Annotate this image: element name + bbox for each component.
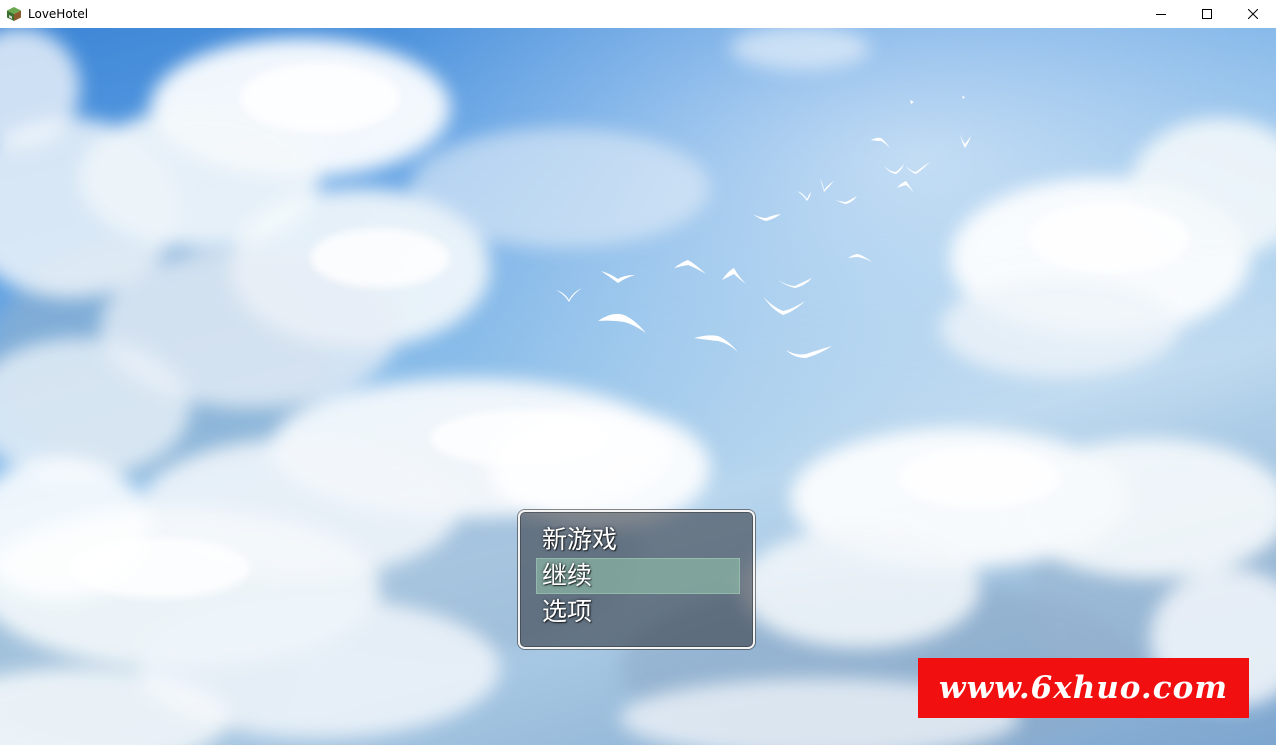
- watermark-banner: www.6xhuo.com: [918, 658, 1249, 718]
- title-command-menu: 新游戏 继续 选项: [518, 510, 755, 649]
- watermark-text: www.6xhuo.com: [938, 670, 1229, 706]
- game-app-icon: [6, 6, 22, 22]
- game-canvas[interactable]: 新游戏 继续 选项 www.6xhuo.com: [0, 28, 1276, 745]
- window-controls: [1138, 0, 1276, 28]
- window-title: LoveHotel: [28, 7, 89, 21]
- game-window: LoveHotel 新游戏 继续 选项 www.6xhuo.com: [0, 0, 1276, 745]
- menu-item-options[interactable]: 选项: [536, 594, 740, 630]
- menu-item-continue[interactable]: 继续: [536, 558, 740, 594]
- maximize-icon: [1202, 9, 1212, 19]
- close-button[interactable]: [1230, 0, 1276, 28]
- minimize-button[interactable]: [1138, 0, 1184, 28]
- maximize-button[interactable]: [1184, 0, 1230, 28]
- window-titlebar[interactable]: LoveHotel: [0, 0, 1276, 28]
- minimize-icon: [1156, 9, 1166, 19]
- menu-item-new-game[interactable]: 新游戏: [536, 522, 740, 558]
- close-icon: [1248, 9, 1258, 19]
